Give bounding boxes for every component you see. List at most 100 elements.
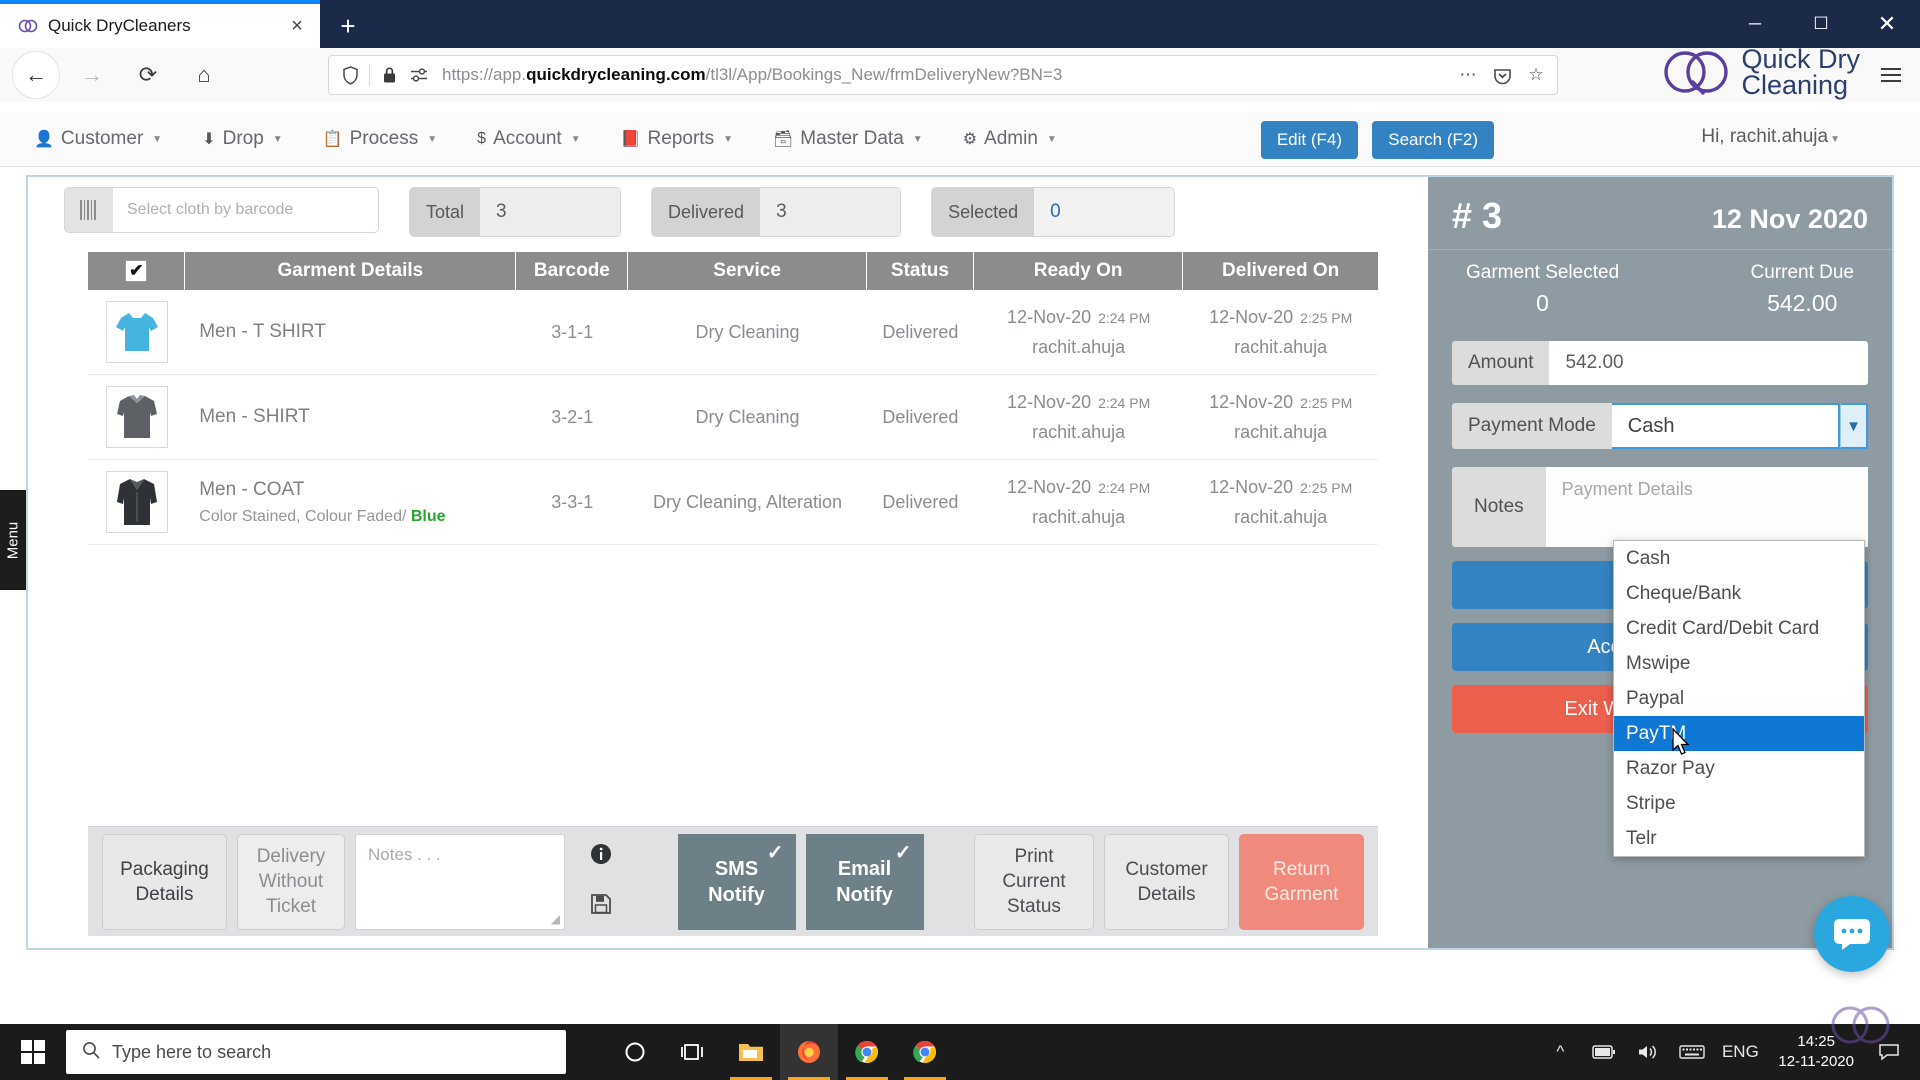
menu-item-customer[interactable]: 👤 Customer ▼ [34,128,162,150]
permissions-icon[interactable] [408,64,430,86]
stat-delivered-label: Delivered [652,188,760,236]
menu-item-reports[interactable]: 📕 Reports ▼ [621,128,733,150]
dropdown-option-paytm[interactable]: PayTM [1614,716,1864,751]
chevron-down-icon[interactable]: ▼ [1840,403,1868,449]
firefox-icon[interactable] [780,1024,838,1080]
file-explorer-icon[interactable] [722,1024,780,1080]
window-close-button[interactable]: ✕ [1854,0,1920,48]
print-current-status-button[interactable]: PrintCurrentStatus [974,834,1094,930]
edit-button[interactable]: Edit (F4) [1261,121,1358,159]
reload-icon[interactable]: ⟳ [124,51,172,99]
stat-delivered: Delivered 3 [651,187,901,237]
stat-selected: Selected 0 [931,187,1175,237]
chat-support-button[interactable] [1814,896,1890,972]
email-notify-button[interactable]: ✓ EmailNotify [806,834,924,930]
dropdown-option-credit-debit-card[interactable]: Credit Card/Debit Card [1614,611,1864,646]
keyboard-icon[interactable] [1672,1024,1712,1080]
delivered-on-cell: 12-Nov-202:25 PM rachit.ahuja [1183,290,1378,374]
app-menu-bar: 👤 Customer ▼ ⬇ Drop ▼ 📋 Process ▼ $ Acco… [0,112,1920,167]
service-cell: Dry Cleaning [628,375,866,459]
column-service: Service [628,252,867,290]
barcode-cell: 3-2-1 [516,375,628,459]
column-delivered-on: Delivered On [1183,252,1378,290]
task-view-icon[interactable] [664,1024,722,1080]
payment-notes-label: Notes [1452,467,1546,547]
window-minimize-button[interactable]: ─ [1722,0,1788,48]
volume-icon[interactable] [1628,1024,1668,1080]
menu-item-process[interactable]: 📋 Process ▼ [323,128,437,150]
dropdown-option-cheque-bank[interactable]: Cheque/Bank [1614,576,1864,611]
table-row[interactable]: Men - COAT Color Stained, Colour Faded/ … [88,460,1378,545]
select-all-checkbox[interactable]: ✔ [125,260,147,282]
forward-icon[interactable]: → [68,51,116,99]
pocket-icon[interactable] [1487,60,1517,90]
stat-total-label: Total [410,188,480,236]
book-icon: 📕 [621,129,641,149]
save-icon[interactable] [590,893,612,921]
dropdown-option-razor-pay[interactable]: Razor Pay [1614,751,1864,786]
browser-tab[interactable]: Quick DryCleaners × [0,4,320,48]
check-icon: ✓ [895,840,912,866]
window-controls: ─ ☐ ✕ [1722,0,1920,48]
show-hidden-icons-icon[interactable]: ^ [1540,1024,1580,1080]
table-row[interactable]: Men - SHIRT 3-2-1 Dry Cleaning Delivered… [88,375,1378,460]
url-bar[interactable]: https://app.quickdrycleaning.com/tl3l/Ap… [328,55,1558,95]
side-menu-toggle[interactable]: Menu [0,490,26,590]
dropdown-option-stripe[interactable]: Stripe [1614,786,1864,821]
chrome-icon-1[interactable] [838,1024,896,1080]
chrome-icon-2[interactable] [896,1024,954,1080]
sms-notify-button[interactable]: ✓ SMSNotify [678,834,796,930]
amount-input[interactable]: 542.00 [1549,341,1868,385]
payment-notes-row: Notes Payment Details [1452,467,1868,547]
user-menu[interactable]: Hi, rachit.ahuja▼ [1701,126,1840,148]
dropdown-option-paypal[interactable]: Paypal [1614,681,1864,716]
menu-item-drop[interactable]: ⬇ Drop ▼ [202,128,283,150]
menu-item-master-data[interactable]: 🗃 Master Data ▼ [773,128,923,150]
delivered-time: 2:25 PM [1300,480,1352,496]
menu-label: Master Data [800,128,903,150]
garments-toolbar: Select cloth by barcode Total 3 Delivere… [64,187,1175,237]
start-button-icon[interactable] [0,1024,66,1080]
table-row[interactable]: Men - T SHIRT 3-1-1 Dry Cleaning Deliver… [88,290,1378,375]
garment-sub-details: Color Stained, Colour Faded/ Blue [199,508,445,526]
payment-mode-dropdown[interactable]: Cash Cheque/Bank Credit Card/Debit Card … [1613,540,1865,857]
cortana-icon[interactable] [606,1024,664,1080]
menu-item-account[interactable]: $ Account ▼ [477,128,580,150]
browser-menu-icon[interactable] [1874,58,1908,92]
browser-tab-strip: Quick DryCleaners × + ─ ☐ ✕ [0,0,1920,48]
window-maximize-button[interactable]: ☐ [1788,0,1854,48]
search-button[interactable]: Search (F2) [1372,121,1494,159]
language-indicator[interactable]: ENG [1716,1024,1764,1080]
back-icon[interactable]: ← [12,51,60,99]
menu-label: Account [493,128,562,150]
dropdown-option-cash[interactable]: Cash [1614,541,1864,576]
home-icon[interactable]: ⌂ [180,51,228,99]
notes-textarea[interactable]: Notes . . . ◢ [355,834,565,930]
column-garment-details: Garment Details [185,252,516,290]
delivery-without-ticket-button[interactable]: DeliveryWithoutTicket [237,834,345,930]
payment-mode-select[interactable]: Cash [1612,403,1840,449]
return-garment-button[interactable]: ReturnGarment [1239,834,1364,930]
packaging-details-button[interactable]: PackagingDetails [102,834,227,930]
new-tab-button[interactable]: + [330,8,366,44]
stat-total-value: 3 [480,188,620,236]
lock-icon [378,64,400,86]
resize-handle-icon[interactable]: ◢ [551,912,560,926]
page-actions-icon[interactable]: ⋯ [1453,60,1483,90]
stat-selected-label: Selected [932,188,1034,236]
dropdown-option-telr[interactable]: Telr [1614,821,1864,856]
bookmark-star-icon[interactable]: ☆ [1521,60,1551,90]
ready-date: 12-Nov-20 [1007,392,1091,413]
app-logo: Quick DryCleaning [1659,44,1860,100]
order-date: 12 Nov 2020 [1712,204,1868,235]
barcode-search-input[interactable]: Select cloth by barcode [64,187,379,233]
battery-icon[interactable] [1584,1024,1624,1080]
dropdown-option-mswipe[interactable]: Mswipe [1614,646,1864,681]
info-icon[interactable] [590,843,612,871]
close-tab-icon[interactable]: × [284,13,310,39]
menu-label: Reports [648,128,715,150]
customer-details-button[interactable]: CustomerDetails [1104,834,1229,930]
payment-notes-input[interactable]: Payment Details [1546,467,1868,547]
menu-item-admin[interactable]: ⚙ Admin ▼ [963,128,1057,150]
taskbar-search-input[interactable]: Type here to search [66,1030,566,1074]
